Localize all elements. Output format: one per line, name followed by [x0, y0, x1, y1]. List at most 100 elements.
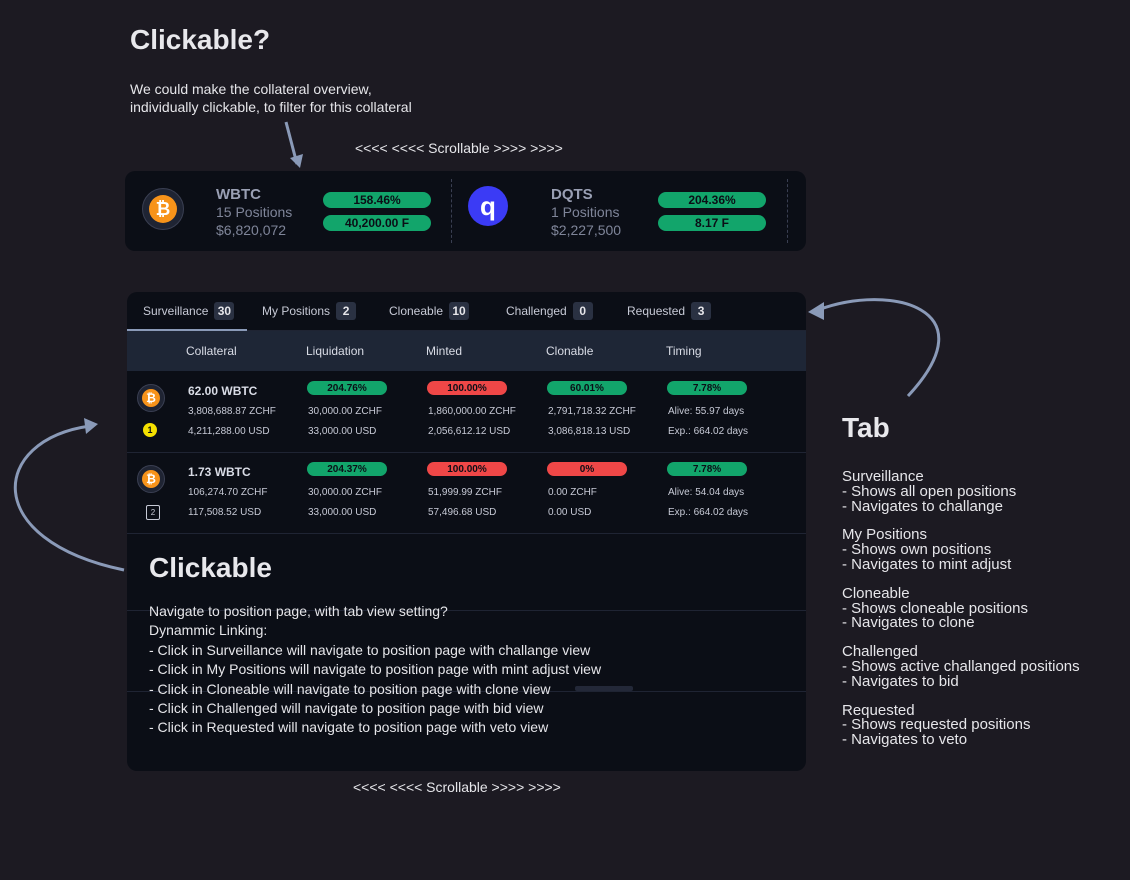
annotation-line: - Click in Cloneable will navigate to po… [149, 680, 551, 697]
clonable-pill: 0% [547, 462, 627, 476]
tab-note-surveillance: Surveillance - Shows all open positions … [842, 469, 1080, 515]
copy-icon: 2 [146, 505, 160, 520]
minted-zchf: 51,999.99 ZCHF [428, 487, 502, 498]
annotation-title-clickable: Clickable [149, 552, 272, 583]
tab-count-badge: 2 [336, 302, 357, 320]
timing-pill: 7.78% [667, 462, 747, 476]
scroll-hint-top: <<<< <<<< Scrollable >>>> >>>> [355, 140, 563, 156]
collateral-zchf: 106,274.70 ZCHF [188, 487, 268, 498]
collateral-usd: 4,211,288.00 USD [188, 426, 270, 437]
collateral-symbol: WBTC [216, 186, 261, 203]
tab-requested[interactable]: Requested 3 [627, 292, 712, 330]
annotation-title-clickable-question: Clickable? [130, 24, 271, 55]
tab-label: Challenged [506, 304, 567, 318]
dqts-icon: q [468, 186, 508, 226]
timing-alive: Alive: 55.97 days [668, 406, 745, 417]
position-number-badge: 1 [143, 423, 157, 437]
collateral-ratio-pill: 158.46% [323, 192, 431, 208]
annotation-line: - Click in Surveillance will navigate to… [149, 641, 591, 658]
tab-bar: Surveillance 30 My Positions 2 Cloneable 10… [127, 292, 806, 331]
clonable-usd: 3,086,818.13 USD [548, 426, 631, 437]
collateral-value: $6,820,072 [216, 222, 287, 238]
annotation-text: We could make the collateral overview, i… [130, 80, 412, 116]
annotation-clickable: Clickable Navigate to position page, wit… [149, 552, 601, 738]
annotation-arrow-down [284, 121, 303, 168]
liquidation-pill: 204.37% [307, 462, 387, 476]
timing-pill: 7.78% [667, 381, 747, 395]
tab-surveillance[interactable]: Surveillance 30 [143, 292, 235, 330]
tab-label: Cloneable [389, 304, 444, 318]
table-row[interactable]: ₿ 2 1.73 WBTC 106,274.70 ZCHF 117,508.52… [127, 453, 806, 534]
collateral-card-wbtc[interactable]: ₿ WBTC 15 Positions $6,820,072 158.46% 4… [125, 171, 451, 251]
tab-note-line: - Navigates to challange [842, 497, 1003, 515]
annotation-line-1: We could make the collateral overview, [130, 81, 372, 97]
tab-count-badge: 3 [691, 302, 712, 320]
clonable-zchf: 0.00 ZCHF [548, 487, 597, 498]
minted-pill: 100.00% [427, 462, 507, 476]
positions-card: Surveillance 30 My Positions 2 Cloneable 10… [127, 292, 806, 771]
collateral-amount: 1.73 WBTC [188, 465, 251, 479]
clonable-pill: 60.01% [547, 381, 627, 395]
annotation-arrow-left [13, 418, 125, 572]
tab-label: Requested [627, 304, 686, 318]
timing-alive: Alive: 54.04 days [668, 487, 745, 498]
tab-note-requested: Requested - Shows requested positions - … [842, 703, 1080, 749]
tab-note-cloneable: Cloneable - Shows cloneable positions - … [842, 586, 1080, 632]
collateral-positions: 1 Positions [551, 204, 620, 220]
tab-note-line: - Navigates to mint adjust [842, 555, 1012, 573]
tab-cloneable[interactable]: Cloneable 10 [389, 292, 470, 330]
collateral-limit-pill: 8.17 F [658, 215, 766, 231]
collateral-symbol: DQTS [551, 186, 593, 203]
collateral-overview[interactable]: ₿ WBTC 15 Positions $6,820,072 158.46% 4… [125, 171, 806, 251]
column-header-timing[interactable]: Timing [666, 344, 702, 358]
collateral-value: $2,227,500 [551, 222, 622, 238]
clonable-zchf: 2,791,718.32 ZCHF [548, 406, 636, 417]
collateral-amount: 62.00 WBTC [188, 384, 258, 398]
bitcoin-icon: ₿ [142, 188, 184, 230]
tab-my-positions[interactable]: My Positions 2 [262, 292, 357, 330]
tab-notes: Surveillance - Shows all open positions … [842, 469, 1080, 762]
tab-note-line: - Navigates to clone [842, 614, 975, 632]
column-header-minted[interactable]: Minted [426, 344, 462, 358]
annotation-title-tab: Tab [842, 412, 890, 443]
tab-count-badge: 0 [572, 302, 593, 320]
column-header-liquidation[interactable]: Liquidation [306, 344, 364, 358]
annotation-arrow-right [808, 298, 941, 398]
timing-expiry: Exp.: 664.02 days [668, 507, 749, 518]
column-header-clonable[interactable]: Clonable [546, 344, 593, 358]
annotation-line: - Click in Challenged will navigate to p… [149, 700, 544, 717]
tab-count-badge: 30 [214, 302, 235, 320]
tab-note-line: - Navigates to bid [842, 672, 959, 690]
annotation-line: Dynammic Linking: [149, 622, 268, 639]
liquidation-usd: 33,000.00 USD [308, 426, 377, 437]
tab-note-line: - Navigates to veto [842, 731, 968, 749]
tab-challenged[interactable]: Challenged 0 [506, 292, 593, 330]
annotation-line: Navigate to position page, with tab view… [149, 603, 448, 619]
minted-pill: 100.00% [427, 381, 507, 395]
tab-label: My Positions [262, 304, 331, 318]
table-row[interactable]: ₿ 1 62.00 WBTC 3,808,688.87 ZCHF 4,211,2… [127, 372, 806, 453]
tab-label: Surveillance [143, 304, 209, 318]
tab-note-my-positions: My Positions - Shows own positions - Nav… [842, 527, 1080, 573]
bitcoin-icon: ₿ [137, 384, 165, 412]
tab-count-badge: 10 [449, 302, 470, 320]
collateral-card-dqts[interactable]: q DQTS 1 Positions $2,227,500 204.36% 8.… [452, 171, 788, 251]
annotation-line-2: individually clickable, to filter for th… [130, 99, 412, 115]
column-header-collateral[interactable]: Collateral [186, 344, 237, 358]
liquidation-usd: 33,000.00 USD [308, 507, 377, 518]
table-header: Collateral Liquidation Minted Clonable T… [127, 331, 806, 371]
collateral-ratio-pill: 204.36% [658, 192, 766, 208]
tab-note-challenged: Challenged - Shows active challanged pos… [842, 644, 1080, 690]
minted-usd: 2,056,612.12 USD [428, 426, 511, 437]
annotation-line: - Click in My Positions will navigate to… [149, 661, 602, 678]
divider [787, 179, 788, 243]
annotation-line: - Click in Requested will navigate to po… [149, 719, 549, 736]
collateral-limit-pill: 40,200.00 F [323, 215, 431, 231]
scroll-hint-bottom: <<<< <<<< Scrollable >>>> >>>> [353, 779, 561, 795]
clonable-usd: 0.00 USD [548, 507, 592, 518]
liquidation-pill: 204.76% [307, 381, 387, 395]
annotation-lines: Navigate to position page, with tab view… [149, 602, 601, 738]
minted-usd: 57,496.68 USD [428, 507, 497, 518]
collateral-positions: 15 Positions [216, 204, 293, 220]
liquidation-zchf: 30,000.00 ZCHF [308, 406, 382, 417]
